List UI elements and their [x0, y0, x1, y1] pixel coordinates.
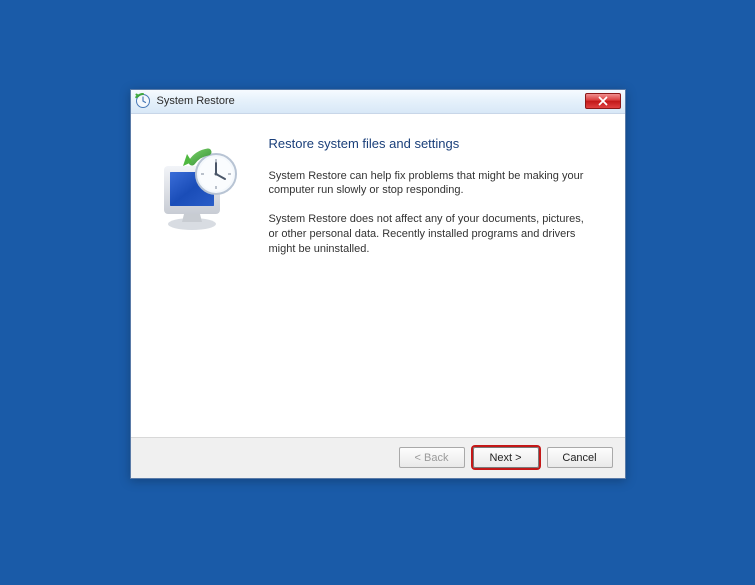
titlebar: System Restore [131, 90, 625, 114]
description-paragraph-2: System Restore does not affect any of yo… [269, 212, 589, 257]
back-button: < Back [399, 447, 465, 468]
close-button[interactable] [585, 93, 621, 109]
content-column: Restore system files and settings System… [269, 114, 625, 437]
button-footer: < Back Next > Cancel [131, 438, 625, 478]
dialog-body: Restore system files and settings System… [131, 114, 625, 438]
restore-icon [135, 93, 151, 109]
page-heading: Restore system files and settings [269, 136, 597, 151]
description-paragraph-1: System Restore can help fix problems tha… [269, 169, 589, 199]
system-restore-illustration-icon [152, 142, 248, 238]
illustration-column [131, 114, 269, 437]
close-icon [598, 96, 608, 106]
system-restore-window: System Restore [130, 89, 626, 479]
cancel-button[interactable]: Cancel [547, 447, 613, 468]
next-button[interactable]: Next > [473, 447, 539, 468]
window-title: System Restore [157, 95, 579, 107]
